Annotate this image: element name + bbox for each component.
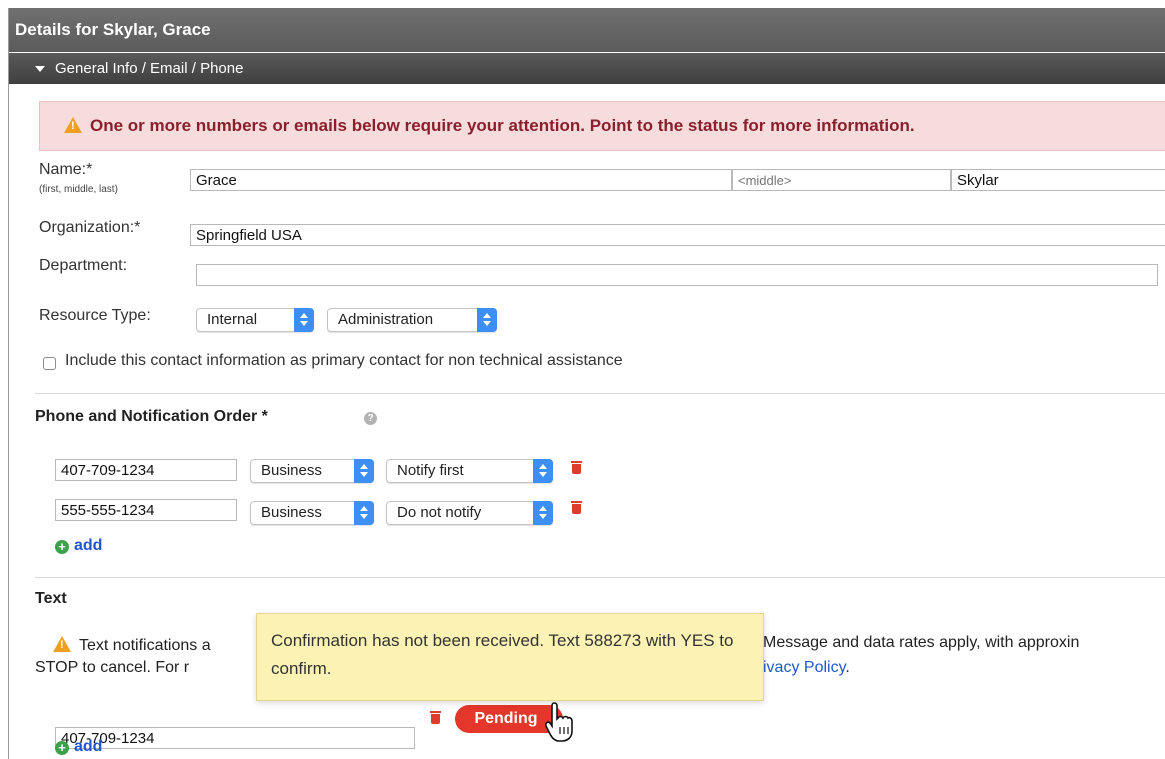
privacy-policy-link[interactable]: ivacy Policy xyxy=(763,659,845,676)
resource-category-select[interactable]: Administration xyxy=(327,308,497,332)
first-name-input[interactable] xyxy=(190,169,732,191)
phone-type-value: Business xyxy=(261,504,322,521)
privacy-policy-suffix: . xyxy=(845,659,850,676)
notify-order-value: Notify first xyxy=(397,462,464,479)
department-label: Department: xyxy=(39,257,128,274)
select-arrows-icon xyxy=(477,308,497,332)
select-arrows-icon xyxy=(354,459,374,483)
text-number-input[interactable] xyxy=(55,727,415,749)
name-hint: (first, middle, last) xyxy=(39,184,118,195)
select-arrows-icon xyxy=(533,501,553,525)
section-header-label: General Info / Email / Phone xyxy=(55,60,244,77)
select-arrows-icon xyxy=(354,501,374,525)
details-panel: Details for Skylar, Grace General Info /… xyxy=(8,8,1165,759)
trash-icon[interactable] xyxy=(571,461,582,474)
add-text-label: add xyxy=(74,738,103,755)
text-section-heading: Text xyxy=(35,590,67,607)
resource-category-value: Administration xyxy=(338,311,434,328)
add-text-link[interactable]: + add xyxy=(55,738,102,756)
warning-icon xyxy=(53,636,71,652)
privacy-policy-line: ivacy Policy. xyxy=(763,659,850,677)
primary-contact-label: Include this contact information as prim… xyxy=(65,352,623,369)
help-icon[interactable]: ? xyxy=(364,412,377,425)
primary-contact-checkbox[interactable] xyxy=(43,357,56,370)
attention-alert: One or more numbers or emails below requ… xyxy=(39,101,1165,151)
middle-name-input[interactable] xyxy=(732,169,951,191)
trash-icon[interactable] xyxy=(571,501,582,514)
organization-input[interactable] xyxy=(190,224,1165,246)
section-header-general-info[interactable]: General Info / Email / Phone xyxy=(9,53,1165,84)
notify-order-value: Do not notify xyxy=(397,504,482,521)
phone-number-input[interactable] xyxy=(55,459,237,481)
warning-icon xyxy=(64,117,82,133)
add-icon: + xyxy=(55,741,69,755)
notify-order-select[interactable]: Notify first xyxy=(386,459,553,483)
text-notice-line2-start: STOP to cancel. For r xyxy=(35,659,190,676)
add-phone-label: add xyxy=(74,537,103,554)
phone-type-select[interactable]: Business xyxy=(250,501,374,525)
select-arrows-icon xyxy=(533,459,553,483)
trash-icon[interactable] xyxy=(430,711,441,724)
department-input[interactable] xyxy=(196,264,1158,286)
alert-message: One or more numbers or emails below requ… xyxy=(90,116,915,135)
add-phone-link[interactable]: + add xyxy=(55,537,102,555)
caret-down-icon xyxy=(35,66,45,72)
text-notice-line1-end: Message and data rates apply, with appro… xyxy=(763,634,1080,651)
window-title: Details for Skylar, Grace xyxy=(9,8,1165,52)
phone-type-select[interactable]: Business xyxy=(250,459,374,483)
name-label: Name:* xyxy=(39,161,93,178)
resource-type-value: Internal xyxy=(207,311,258,328)
add-icon: + xyxy=(55,540,69,554)
select-arrows-icon xyxy=(294,308,314,332)
last-name-input[interactable] xyxy=(951,169,1165,191)
phone-type-value: Business xyxy=(261,462,322,479)
status-tooltip: Confirmation has not been received. Text… xyxy=(256,613,764,701)
divider xyxy=(35,393,1165,394)
phone-number-input[interactable] xyxy=(55,499,237,521)
text-notice-line1-start: Text notifications a xyxy=(53,634,211,655)
hand-pointer-icon xyxy=(545,702,573,742)
resource-type-select[interactable]: Internal xyxy=(196,308,314,332)
phone-section-heading: Phone and Notification Order * xyxy=(35,408,268,425)
divider xyxy=(35,577,1165,578)
organization-label: Organization:* xyxy=(39,219,141,236)
notify-order-select[interactable]: Do not notify xyxy=(386,501,553,525)
resource-type-label: Resource Type: xyxy=(39,307,151,324)
